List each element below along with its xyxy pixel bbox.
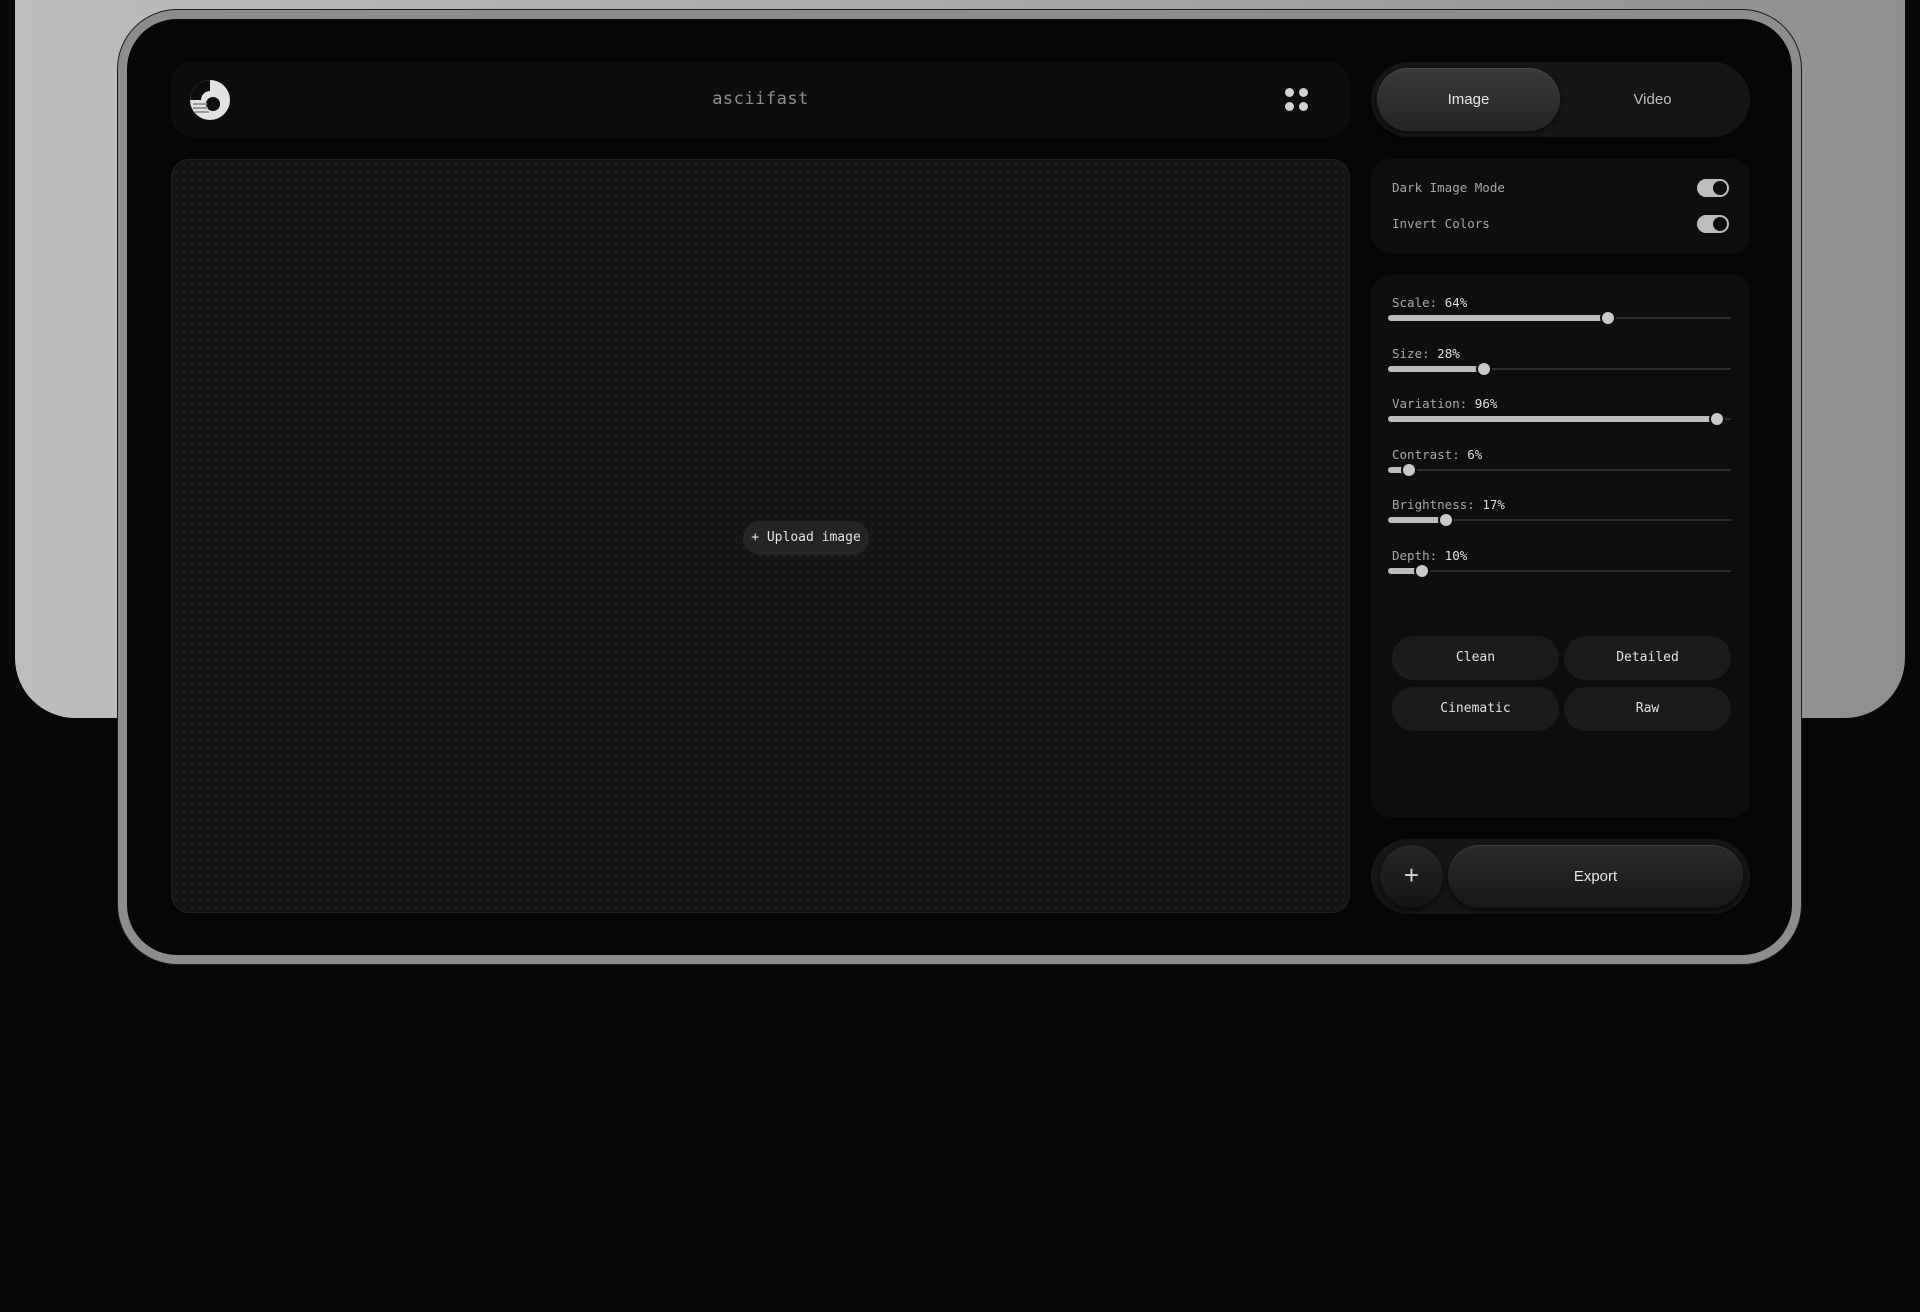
slider-thumb[interactable]	[1711, 413, 1723, 425]
slider-size: Size: 28%	[1388, 346, 1731, 382]
options-panel: Dark Image Mode Invert Colors	[1371, 159, 1750, 253]
option-label: Invert Colors	[1392, 216, 1490, 231]
option-label: Dark Image Mode	[1392, 180, 1505, 195]
slider-name: Depth:	[1392, 548, 1438, 563]
toggle-knob	[1713, 181, 1727, 195]
slider-value: 10%	[1444, 548, 1468, 563]
top-bar: asciifast	[171, 62, 1350, 137]
slider-label: Size: 28%	[1392, 346, 1460, 361]
slider-thumb[interactable]	[1440, 514, 1452, 526]
slider-depth: Depth: 10%	[1388, 548, 1731, 584]
image-canvas[interactable]: + Upload image	[171, 159, 1350, 913]
slider-brightness: Brightness: 17%	[1388, 497, 1731, 533]
slider-fill	[1388, 416, 1717, 422]
slider-name: Brightness:	[1392, 497, 1475, 512]
slider-label: Depth: 10%	[1392, 548, 1467, 563]
slider-name: Size:	[1392, 346, 1430, 361]
preset-detailed-button[interactable]: Detailed	[1564, 636, 1731, 680]
slider-name: Variation:	[1392, 396, 1468, 411]
slider-label: Brightness: 17%	[1392, 497, 1505, 512]
slider-name: Scale:	[1392, 295, 1438, 310]
mode-toggle: Image Video	[1371, 62, 1750, 137]
invert-colors-toggle[interactable]	[1697, 215, 1729, 233]
slider-thumb[interactable]	[1602, 312, 1614, 324]
dark-image-mode-toggle[interactable]	[1697, 179, 1729, 197]
app-title: asciifast	[712, 89, 809, 109]
slider-value: 6%	[1467, 447, 1483, 462]
slider-value: 17%	[1482, 497, 1505, 512]
slider-name: Contrast:	[1392, 447, 1460, 462]
adjustments-panel: Scale: 64% Size: 28% Variation: 96% Cont…	[1371, 275, 1750, 817]
preset-raw-button[interactable]: Raw	[1564, 687, 1731, 731]
slider-fill	[1388, 517, 1446, 523]
slider-label: Contrast: 6%	[1392, 447, 1482, 462]
slider-value: 64%	[1444, 295, 1468, 310]
slider-scale: Scale: 64%	[1388, 295, 1731, 331]
export-bar: + Export	[1371, 839, 1750, 914]
option-dark-image-mode: Dark Image Mode	[1392, 176, 1729, 200]
app-window: asciifast + Upload image Image Video Dar…	[127, 19, 1792, 955]
export-button[interactable]: Export	[1448, 845, 1743, 908]
toggle-knob	[1713, 217, 1727, 231]
slider-thumb[interactable]	[1403, 464, 1415, 476]
slider-contrast: Contrast: 6%	[1388, 447, 1731, 483]
grid-menu-icon[interactable]	[1285, 88, 1309, 112]
preset-clean-button[interactable]: Clean	[1392, 636, 1559, 680]
preset-cinematic-button[interactable]: Cinematic	[1392, 687, 1559, 731]
slider-value: 96%	[1474, 396, 1498, 411]
slider-fill	[1388, 366, 1484, 372]
slider-fill	[1388, 315, 1608, 321]
slider-label: Scale: 64%	[1392, 295, 1467, 310]
slider-thumb[interactable]	[1416, 565, 1428, 577]
slider-label: Variation: 96%	[1392, 396, 1497, 411]
option-invert-colors: Invert Colors	[1392, 212, 1729, 236]
add-button[interactable]: +	[1380, 845, 1443, 908]
slider-value: 28%	[1437, 346, 1460, 361]
tab-image[interactable]: Image	[1377, 68, 1560, 131]
slider-thumb[interactable]	[1478, 363, 1490, 375]
slider-track[interactable]	[1388, 469, 1731, 471]
upload-image-button[interactable]: + Upload image	[743, 521, 869, 555]
slider-variation: Variation: 96%	[1388, 396, 1731, 432]
slider-track[interactable]	[1388, 570, 1731, 572]
tab-video[interactable]: Video	[1561, 68, 1744, 131]
